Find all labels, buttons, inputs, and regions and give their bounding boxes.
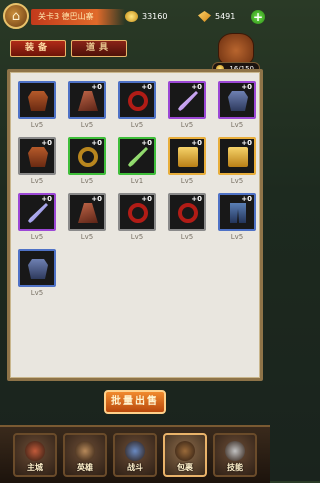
ring-icon xyxy=(128,91,148,111)
armor-icon xyxy=(28,147,48,167)
nav-label: 英雄 xyxy=(77,463,93,472)
item-level: Lv5 xyxy=(30,177,44,185)
ring-icon xyxy=(78,147,98,167)
inventory-item[interactable]: +0 xyxy=(168,193,206,231)
enhance-level: +0 xyxy=(91,139,102,147)
item-level: Lv5 xyxy=(30,289,44,297)
book-icon xyxy=(178,147,198,167)
enhance-level: +0 xyxy=(191,139,202,147)
bottom-nav: 主城 英雄 战斗 包裹 技能 xyxy=(0,425,270,483)
inventory-item[interactable]: +0 xyxy=(118,81,156,119)
inventory-item[interactable] xyxy=(18,249,56,287)
item-level: Lv5 xyxy=(130,121,144,129)
enhance-level: +0 xyxy=(91,195,102,203)
enhance-level: +0 xyxy=(141,83,152,91)
tab-items[interactable]: 道具 xyxy=(71,40,127,57)
battle-icon xyxy=(125,441,145,461)
enhance-level: +0 xyxy=(191,83,202,91)
item-level: Lv5 xyxy=(130,233,144,241)
item-level: Lv5 xyxy=(30,233,44,241)
armor-icon xyxy=(28,259,48,279)
inventory-item[interactable]: +0 xyxy=(218,81,256,119)
enhance-level: +0 xyxy=(241,195,252,203)
gold-counter: 33160 xyxy=(125,9,167,25)
inventory-item[interactable]: +0 xyxy=(218,137,256,175)
item-level: Lv5 xyxy=(230,233,244,241)
book-icon xyxy=(228,147,248,167)
inventory-item[interactable]: +0 xyxy=(118,137,156,175)
nav-battle[interactable]: 战斗 xyxy=(113,433,157,477)
enhance-level: +0 xyxy=(141,195,152,203)
nav-bag[interactable]: 包裹 xyxy=(163,433,207,477)
ring-icon xyxy=(178,203,198,223)
gold-value: 33160 xyxy=(142,12,168,21)
enhance-level: +0 xyxy=(41,139,52,147)
boots-icon xyxy=(230,203,246,223)
cloak-icon xyxy=(78,91,98,111)
enhance-level: +0 xyxy=(241,83,252,91)
inventory-item[interactable]: +0 xyxy=(168,137,206,175)
bag-icon xyxy=(175,441,195,461)
inventory-item[interactable]: +0 xyxy=(118,193,156,231)
backpack-icon xyxy=(218,33,254,65)
blade-icon xyxy=(28,203,48,223)
gold-coin-icon xyxy=(125,11,138,22)
add-currency-button[interactable]: + xyxy=(251,10,265,24)
gem-icon xyxy=(198,11,211,22)
ring-icon xyxy=(128,203,148,223)
inventory-item[interactable]: +0 xyxy=(68,193,106,231)
city-icon xyxy=(25,441,45,461)
batch-sell-button[interactable]: 批量出售 xyxy=(104,390,166,414)
inventory-item[interactable]: +0 xyxy=(18,137,56,175)
cloak-icon xyxy=(78,203,98,223)
armor-icon xyxy=(228,91,248,111)
swords-icon xyxy=(225,441,245,461)
nav-label: 主城 xyxy=(27,463,43,472)
nav-label: 技能 xyxy=(227,463,243,472)
blade-icon xyxy=(128,147,148,167)
item-level: Lv5 xyxy=(80,121,94,129)
nav-swords[interactable]: 技能 xyxy=(213,433,257,477)
pagoda-icon[interactable]: ⌂ xyxy=(3,3,29,29)
top-bar: ⌂ 关卡3 德巴山寨 33160 5491 + xyxy=(0,0,270,34)
inventory-item[interactable] xyxy=(18,81,56,119)
hero-icon xyxy=(75,441,95,461)
inventory-panel: Lv5 +0 Lv5 +0 Lv5 +0 Lv5 +0 Lv5 +0 Lv5 +0 Lv5 +0 Lv1 +0… xyxy=(7,69,263,381)
item-level: Lv5 xyxy=(230,121,244,129)
armor-icon xyxy=(28,91,48,111)
inventory-item[interactable]: +0 xyxy=(168,81,206,119)
stage-label[interactable]: 关卡3 德巴山寨 xyxy=(31,9,125,25)
gem-value: 5491 xyxy=(215,12,236,21)
enhance-level: +0 xyxy=(91,83,102,91)
tab-equipment[interactable]: 装备 xyxy=(10,40,66,57)
enhance-level: +0 xyxy=(141,139,152,147)
inventory-item[interactable]: +0 xyxy=(18,193,56,231)
enhance-level: +0 xyxy=(191,195,202,203)
enhance-level: +0 xyxy=(41,195,52,203)
enhance-level: +0 xyxy=(241,139,252,147)
item-level: Lv5 xyxy=(180,121,194,129)
inventory-item[interactable]: +0 xyxy=(218,193,256,231)
inventory-item[interactable]: +0 xyxy=(68,137,106,175)
nav-label: 包裹 xyxy=(177,463,193,472)
inventory-item[interactable]: +0 xyxy=(68,81,106,119)
item-level: Lv5 xyxy=(80,233,94,241)
item-level: Lv1 xyxy=(130,177,144,185)
gem-counter: 5491 xyxy=(198,9,235,25)
item-level: Lv5 xyxy=(230,177,244,185)
item-level: Lv5 xyxy=(80,177,94,185)
nav-city[interactable]: 主城 xyxy=(13,433,57,477)
item-level: Lv5 xyxy=(30,121,44,129)
nav-label: 战斗 xyxy=(127,463,143,472)
blade-icon xyxy=(178,91,198,111)
nav-hero[interactable]: 英雄 xyxy=(63,433,107,477)
item-level: Lv5 xyxy=(180,177,194,185)
item-level: Lv5 xyxy=(180,233,194,241)
